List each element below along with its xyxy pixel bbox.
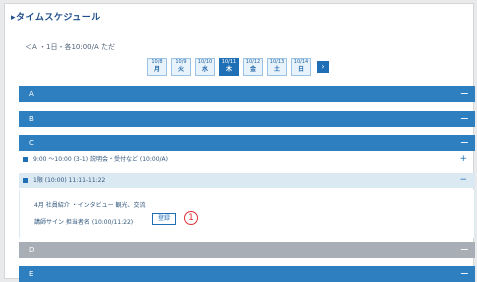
section-c-header[interactable]: C − xyxy=(19,135,475,151)
section-d-header[interactable]: D − xyxy=(19,242,475,258)
day-label: 10/8 xyxy=(151,59,163,65)
section-label: D xyxy=(29,246,35,254)
collapse-icon: − xyxy=(459,136,469,149)
detail-meta: 講師サイン 担当者名 (10:00/11:22) xyxy=(34,219,134,226)
day-label: 10/11 xyxy=(221,59,237,65)
day-weekday: 土 xyxy=(273,66,280,73)
day-label: 10/12 xyxy=(245,59,261,65)
day-tab[interactable]: 10/10 水 xyxy=(195,58,215,76)
page-subtitle: ＜A ・1日・各10:00/A ただ xyxy=(25,43,116,51)
collapse-icon: − xyxy=(459,112,469,125)
detail-description: 4月 社員紹介 ・インタビュー 観光、交流 xyxy=(34,202,146,209)
item-detail: 4月 社員紹介 ・インタビュー 観光、交流 講師サイン 担当者名 (10:00/… xyxy=(19,190,475,238)
next-day-button[interactable]: › xyxy=(317,61,329,73)
day-weekday: 水 xyxy=(201,66,208,73)
section-label: B xyxy=(29,115,34,123)
day-weekday: 金 xyxy=(249,66,256,73)
collapse-icon: − xyxy=(459,243,469,256)
day-tab[interactable]: 10/13 土 xyxy=(267,58,287,76)
collapse-icon: − xyxy=(459,267,469,280)
annotation-marker: 1 xyxy=(184,211,198,225)
section-b-header[interactable]: B − xyxy=(19,111,475,127)
day-weekday: 木 xyxy=(225,66,232,73)
schedule-item-expanded[interactable]: 1限 (10:00) 11:11-11:22 − xyxy=(19,173,475,188)
section-label: E xyxy=(29,270,34,278)
day-label: 10/10 xyxy=(197,59,213,65)
schedule-item[interactable]: 9:00 〜10:00 (3-1) 説明会・受付など (10:00/A) + xyxy=(19,152,475,167)
day-tab[interactable]: 10/8 月 xyxy=(147,58,167,76)
day-label: 10/9 xyxy=(175,59,187,65)
bullet-icon xyxy=(23,178,28,183)
day-tab-active[interactable]: 10/11 木 xyxy=(219,58,239,76)
item-text: 1限 (10:00) 11:11-11:22 xyxy=(33,177,106,184)
day-tab[interactable]: 10/12 金 xyxy=(243,58,263,76)
bullet-icon xyxy=(23,157,28,162)
page-title: ▸タイムスケジュール xyxy=(11,13,101,23)
item-text: 9:00 〜10:00 (3-1) 説明会・受付など (10:00/A) xyxy=(33,156,168,163)
day-tab[interactable]: 10/14 日 xyxy=(291,58,311,76)
day-weekday: 月 xyxy=(153,66,160,73)
collapse-icon: − xyxy=(459,175,467,185)
register-button[interactable]: 登録 xyxy=(152,213,176,225)
day-label: 10/13 xyxy=(269,59,285,65)
section-label: C xyxy=(29,139,34,147)
day-weekday: 日 xyxy=(297,66,304,73)
section-a-header[interactable]: A − xyxy=(19,86,475,102)
day-weekday: 火 xyxy=(177,66,184,73)
schedule-panel: ▸タイムスケジュール ＜A ・1日・各10:00/A ただ 10/8 月 10/… xyxy=(4,3,475,282)
day-label: 10/14 xyxy=(293,59,309,65)
expand-icon: + xyxy=(459,154,467,164)
section-label: A xyxy=(29,90,34,98)
day-tab[interactable]: 10/9 火 xyxy=(171,58,191,76)
collapse-icon: − xyxy=(459,87,469,100)
section-e-header[interactable]: E − xyxy=(19,266,475,282)
